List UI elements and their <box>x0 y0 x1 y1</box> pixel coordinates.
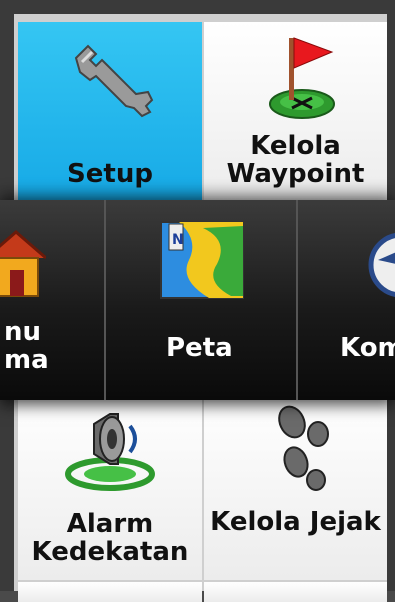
footprints-icon <box>278 405 329 491</box>
proximity-alarm-icon <box>65 413 155 491</box>
app-carousel[interactable]: nu ma N Peta Kom <box>0 200 395 400</box>
waypoint-flag-icon <box>269 37 335 119</box>
wrench-icon <box>74 44 154 118</box>
carousel-item-peta-label: Peta <box>166 333 233 363</box>
carousel-item-peta[interactable]: N Peta <box>106 200 298 400</box>
tile-alarm-kedekatan-label: Alarm Kedekatan <box>31 509 189 567</box>
tile-setup[interactable]: Setup <box>18 22 202 202</box>
svg-text:N: N <box>172 232 184 248</box>
tile-partial-left[interactable] <box>18 582 202 602</box>
map-icon: N <box>160 221 244 299</box>
tile-partial-right[interactable] <box>204 582 387 602</box>
carousel-item-kompas-label: Kom <box>340 333 395 363</box>
tile-kelola-waypoint-label: Kelola Waypoint <box>226 131 365 189</box>
tile-kelola-waypoint[interactable]: Kelola Waypoint <box>204 22 387 202</box>
compass-icon <box>368 233 395 297</box>
tile-kelola-jejak[interactable]: Kelola Jejak <box>204 398 387 580</box>
carousel-item-kompas[interactable]: Kom <box>298 200 395 400</box>
tile-alarm-kedekatan[interactable]: Alarm Kedekatan <box>18 398 202 580</box>
carousel-item-home[interactable]: nu ma <box>0 200 106 400</box>
tile-kelola-jejak-label: Kelola Jejak <box>210 507 381 537</box>
tile-setup-label: Setup <box>67 159 153 189</box>
carousel-item-home-label: nu ma <box>4 317 49 375</box>
home-icon <box>0 230 46 297</box>
